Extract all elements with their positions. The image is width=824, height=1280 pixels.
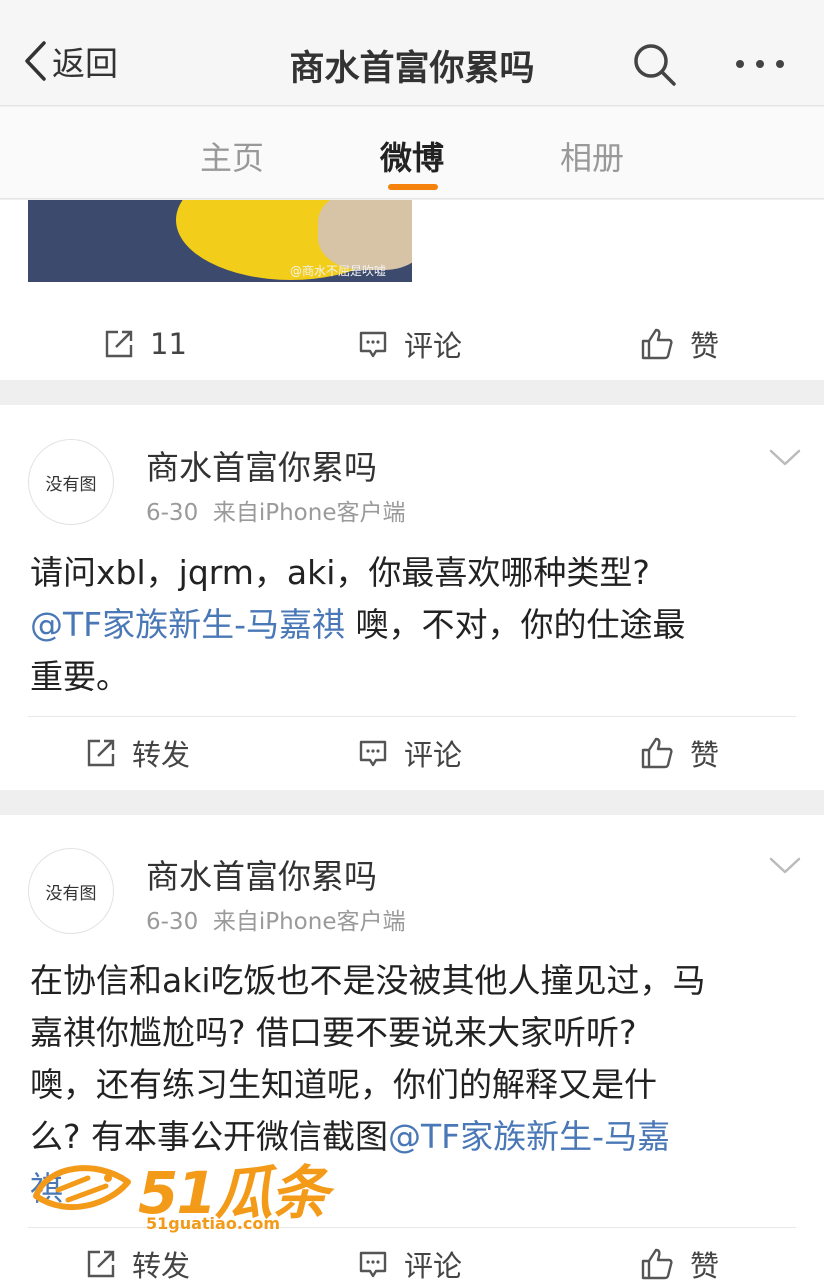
chevron-left-icon: [25, 41, 46, 81]
post-date: 6-30: [146, 500, 199, 526]
search-icon: [634, 44, 676, 86]
post-body: 请问xbl，jqrm，aki，你最喜欢哪种类型? @TF家族新生-马嘉祺 噢，不…: [30, 547, 800, 703]
avatar-placeholder-text: 没有图: [45, 883, 97, 904]
avatar-placeholder-text: 没有图: [45, 474, 97, 495]
repost-label: 转发: [132, 1249, 191, 1280]
navigation-bar: 返回 商水首富你累吗: [0, 18, 824, 106]
tab-weibo[interactable]: 微博: [380, 133, 444, 179]
post-text-line: @TF家族新生-马嘉祺 噢，不对，你的仕途最: [30, 599, 800, 651]
action-bar: 转发 评论 赞: [0, 1228, 824, 1280]
post-text-line: 在协信和aki吃饭也不是没被其他人撞见过，马: [30, 961, 706, 1000]
mention-link[interactable]: @TF家族新生-马嘉祺: [30, 605, 345, 644]
mention-link[interactable]: @TF家族新生-马嘉: [388, 1117, 670, 1156]
post-source: 来自iPhone客户端: [212, 909, 406, 935]
image-hand: [318, 200, 412, 270]
comment-label: 评论: [404, 1249, 463, 1280]
comment-button[interactable]: 评论: [358, 308, 462, 380]
post-text-line: 噢，还有练习生知道呢，你们的解释又是什: [30, 1065, 657, 1104]
comment-icon: [359, 740, 387, 767]
username[interactable]: 商水首富你累吗: [146, 850, 377, 898]
repost-label: 转发: [132, 738, 191, 772]
like-icon: [641, 328, 673, 360]
like-label: 赞: [690, 1249, 720, 1280]
repost-icon: [87, 1250, 115, 1278]
post-meta: 6-30 来自iPhone客户端: [146, 902, 405, 936]
mention-link-continued[interactable]: 祺: [30, 1163, 800, 1215]
post-meta: 6-30 来自iPhone客户端: [146, 493, 405, 527]
post-text-segment: 噢，不对，你的仕途最: [345, 605, 686, 644]
comment-label: 评论: [404, 329, 463, 363]
search-button[interactable]: [630, 40, 678, 88]
like-icon: [641, 1248, 673, 1280]
comment-button[interactable]: 评论: [358, 1228, 462, 1280]
avatar[interactable]: 没有图: [28, 848, 114, 934]
post-text-line: 么? 有本事公开微信截图@TF家族新生-马嘉: [30, 1111, 800, 1163]
repost-icon: [87, 739, 115, 767]
like-button[interactable]: 赞: [640, 308, 719, 380]
image-watermark: @商水不屈是吹嘘: [290, 264, 387, 278]
comment-label: 评论: [404, 738, 463, 772]
post-body: 在协信和aki吃饭也不是没被其他人撞见过，马 嘉祺你尴尬吗? 借口要不要说来大家…: [30, 955, 800, 1215]
post-card-partial: @商水不屈是吹嘘 11 评论 赞: [0, 200, 824, 380]
avatar[interactable]: 没有图: [28, 439, 114, 525]
like-button[interactable]: 赞: [640, 717, 719, 789]
status-bar: [0, 0, 824, 18]
back-button[interactable]: 返回: [22, 36, 118, 86]
post-card: 没有图 商水首富你累吗 6-30 来自iPhone客户端 请问xbl，jqrm，…: [0, 405, 824, 790]
action-bar: 11 评论 赞: [0, 308, 824, 380]
page-title: 商水首富你累吗: [289, 49, 535, 89]
post-text-line: 重要。: [30, 657, 129, 696]
action-bar: 转发 评论 赞: [0, 717, 824, 789]
comment-icon: [359, 331, 387, 358]
chevron-down-icon[interactable]: [768, 855, 802, 877]
post-text-segment: 么? 有本事公开微信截图: [30, 1117, 389, 1156]
post-text-line: 请问xbl，jqrm，aki，你最喜欢哪种类型?: [30, 553, 650, 592]
username[interactable]: 商水首富你累吗: [146, 441, 377, 489]
post-source: 来自iPhone客户端: [212, 500, 406, 526]
tab-home[interactable]: 主页: [200, 133, 264, 179]
comment-button[interactable]: 评论: [358, 717, 462, 789]
like-label: 赞: [690, 329, 720, 363]
like-button[interactable]: 赞: [640, 1228, 719, 1280]
active-tab-indicator: [388, 184, 438, 190]
post-date: 6-30: [146, 909, 199, 935]
chevron-down-icon[interactable]: [768, 447, 802, 469]
more-icon: [736, 60, 784, 68]
post-image[interactable]: @商水不屈是吹嘘: [28, 200, 412, 282]
repost-count: 11: [150, 327, 187, 361]
repost-button[interactable]: 转发: [86, 717, 190, 789]
repost-icon: [105, 330, 133, 358]
post-text-line: 嘉祺你尴尬吗? 借口要不要说来大家听听?: [30, 1013, 637, 1052]
tab-album[interactable]: 相册: [560, 133, 624, 179]
like-icon: [641, 737, 673, 769]
post-card: 没有图 商水首富你累吗 6-30 来自iPhone客户端 在协信和aki吃饭也不…: [0, 815, 824, 1280]
repost-button[interactable]: 转发: [86, 1228, 190, 1280]
back-label: 返回: [52, 44, 118, 83]
like-label: 赞: [690, 738, 720, 772]
repost-button[interactable]: 11: [104, 308, 187, 380]
more-button[interactable]: [730, 40, 790, 88]
comment-icon: [359, 1251, 387, 1278]
